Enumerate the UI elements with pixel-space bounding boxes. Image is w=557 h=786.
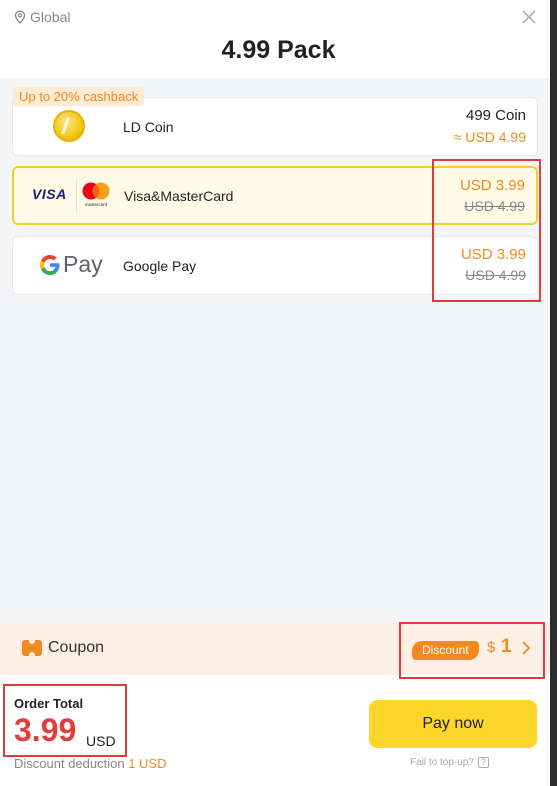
google-pay-logo-icon: Pay — [39, 251, 103, 278]
close-icon[interactable] — [521, 9, 537, 25]
window-edge — [550, 0, 557, 786]
google-pay-text: Pay — [63, 251, 103, 277]
coupon-ticket-icon — [22, 640, 42, 656]
payment-option-label: LD Coin — [123, 118, 174, 135]
payment-option-label: Visa&MasterCard — [124, 187, 234, 204]
coupon-row[interactable]: Coupon Discount $ 1 — [0, 623, 550, 675]
google-g-icon — [40, 254, 60, 275]
order-total-label: Order Total — [14, 696, 84, 711]
price-block: USD 3.99 USD 4.99 — [460, 176, 525, 216]
logo-divider — [76, 178, 77, 214]
fail-to-top-up-text[interactable]: Fail to top-up? — [410, 757, 474, 768]
discount-tag: Discount — [412, 641, 479, 660]
order-total-currency: USD — [86, 733, 116, 749]
discount-deduction-label: Discount deduction — [14, 756, 125, 771]
page-title: 4.99 Pack — [221, 36, 336, 64]
payment-methods-panel — [0, 78, 550, 623]
currency-symbol: $ — [487, 639, 496, 656]
payment-option-visa-mastercard[interactable]: VISA mastercard Visa&MasterCard USD 3.99… — [12, 166, 538, 225]
coupon-amount: 1 — [501, 636, 512, 657]
coin-usd-equivalent: ≈ USD 4.99 — [453, 129, 526, 145]
chevron-right-icon[interactable] — [521, 641, 531, 655]
coupon-label: Coupon — [48, 639, 105, 656]
discount-deduction: Discount deduction 1 USD — [14, 756, 167, 771]
discount-deduction-value: 1 USD — [128, 756, 167, 771]
dialog-header: Global 4.99 Pack — [0, 0, 557, 78]
payment-option-google-pay[interactable]: Pay Google Pay USD 3.99 USD 4.99 — [12, 236, 538, 295]
mastercard-text: mastercard — [85, 202, 108, 207]
discounted-price: USD 3.99 — [459, 177, 525, 194]
region-label: Global — [30, 9, 71, 25]
location-pin-icon — [14, 10, 26, 24]
visa-logo-icon: VISA — [32, 186, 67, 202]
pay-now-button[interactable]: Pay now — [369, 700, 537, 748]
order-total-amount: 3.99 — [14, 712, 77, 748]
price-block: USD 3.99 USD 4.99 — [461, 245, 526, 285]
original-price: USD 4.99 — [464, 198, 525, 214]
discounted-price: USD 3.99 — [460, 246, 526, 263]
mastercard-logo-icon: mastercard — [82, 182, 110, 207]
payment-option-label: Google Pay — [123, 257, 197, 274]
coin-icon — [53, 110, 85, 142]
help-icon[interactable]: ? — [477, 757, 489, 768]
original-price: USD 4.99 — [465, 267, 526, 283]
coin-amount: 499 Coin — [465, 107, 526, 124]
order-footer: Order Total 3.99 USD Discount deduction … — [0, 675, 550, 786]
fail-to-top-up-link[interactable]: Fail to top-up? ? — [410, 757, 489, 768]
cashback-badge: Up to 20% cashback — [13, 87, 145, 106]
region-selector[interactable]: Global — [14, 9, 70, 25]
